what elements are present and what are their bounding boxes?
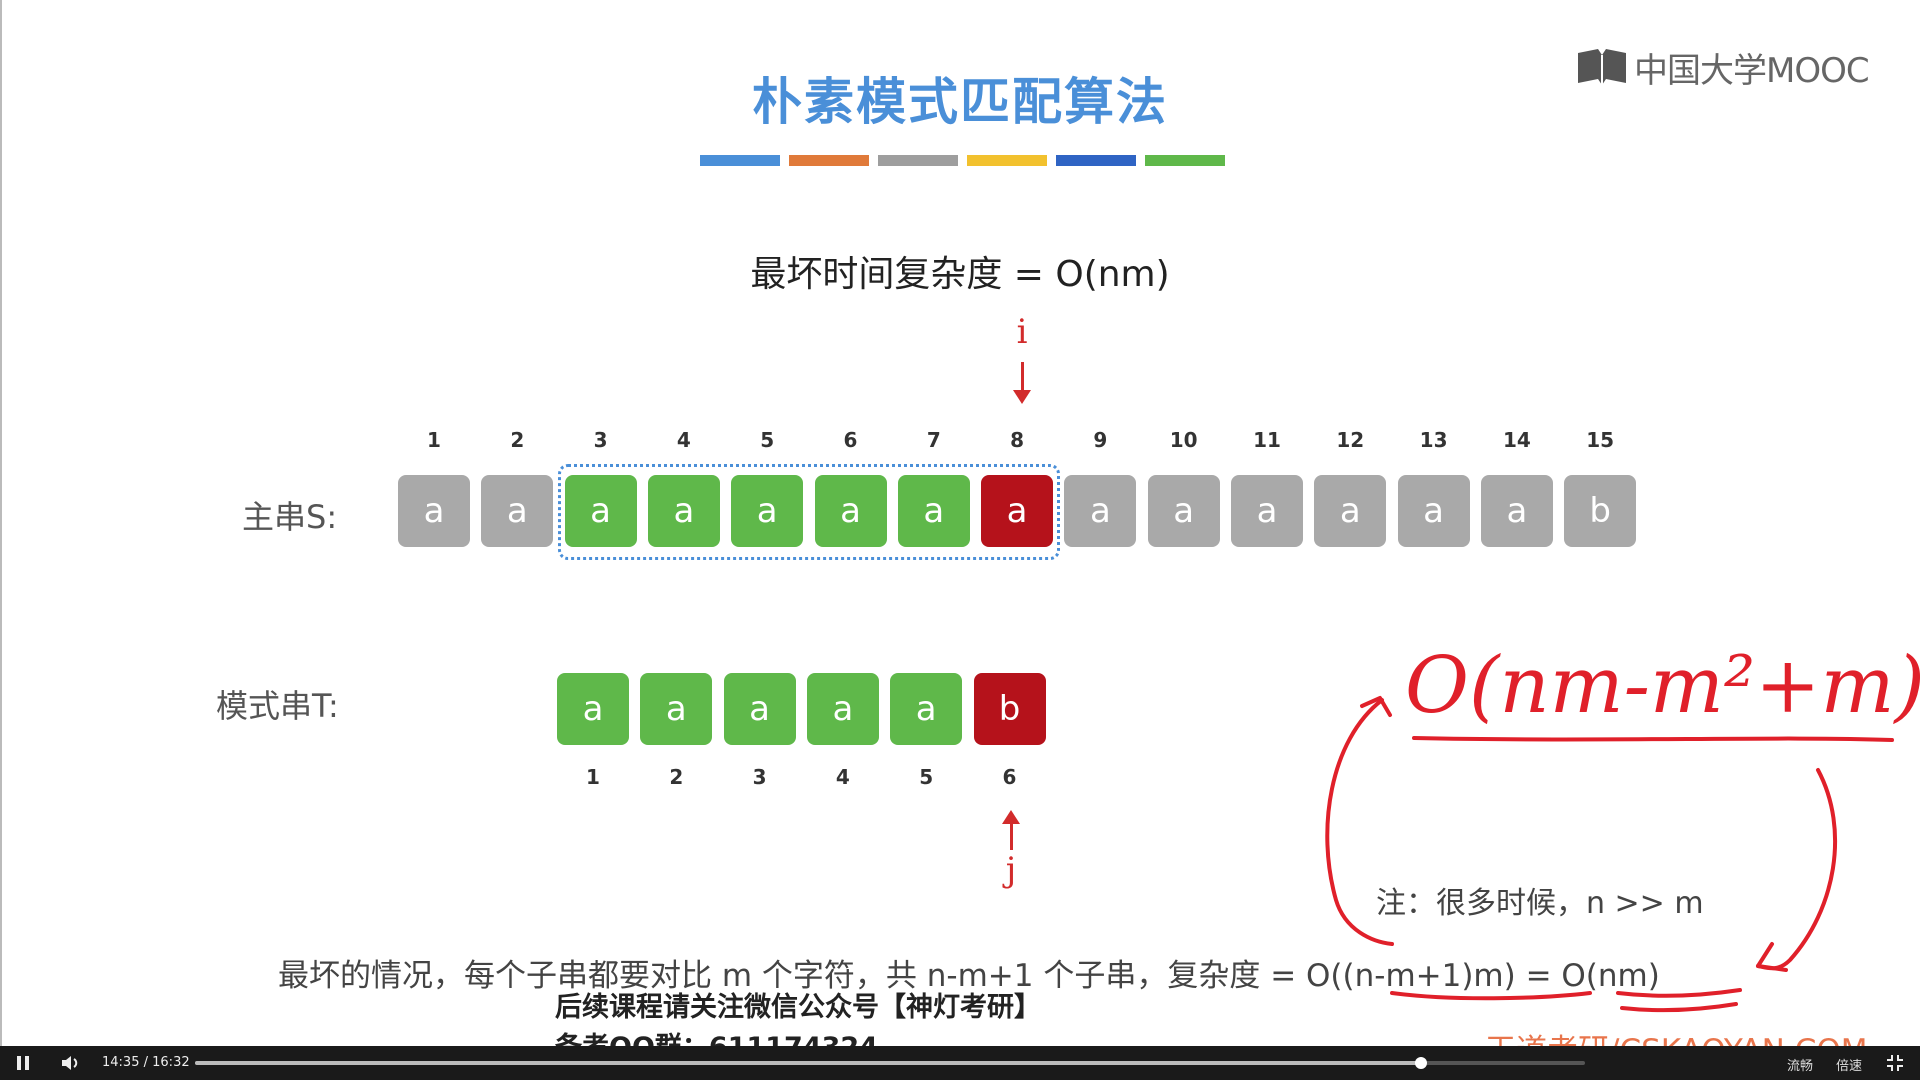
speed-button[interactable]: 倍速 [1836, 1055, 1862, 1074]
time-separator: / [143, 1055, 148, 1070]
main-char-cell: a [1480, 475, 1553, 547]
progress-bar[interactable] [195, 1057, 1585, 1069]
color-bar-segment [878, 155, 958, 166]
main-index: 14 [1502, 428, 1531, 452]
pattern-char-cell: b [973, 673, 1046, 745]
pattern-index: 2 [669, 765, 684, 789]
pattern-char-cell: a [640, 673, 713, 745]
main-index: 8 [1010, 428, 1025, 452]
main-index: 15 [1586, 428, 1615, 452]
pattern-char-cell: a [806, 673, 879, 745]
main-char-cell: a [398, 475, 470, 547]
right-curve-arrow-head [1756, 942, 1788, 972]
logo-text: 中国大学MOOC [1634, 50, 1870, 91]
color-bar-segment [1145, 155, 1225, 166]
pattern-char-cell: a [723, 673, 796, 745]
main-index: 9 [1093, 428, 1108, 452]
qq-group-notice: 备考QQ群：611174324 [555, 1025, 878, 1046]
pattern-index: 6 [1002, 765, 1017, 789]
main-char-cell: b [1564, 475, 1637, 547]
right-curve-arrow [1756, 768, 1837, 971]
pointer-i-label: i [1016, 312, 1028, 352]
pattern-char-cell: a [557, 673, 629, 745]
main-char-cell: a [1064, 475, 1137, 547]
main-char-cell: a [1147, 475, 1220, 547]
main-index: 12 [1336, 428, 1365, 452]
main-char-cell: a [1314, 475, 1387, 547]
handwritten-formula: O(nm-m²+m) [1405, 641, 1920, 731]
pointer-j-arrow-shaft [1010, 822, 1013, 850]
left-curve-arrow-head [1360, 696, 1392, 717]
main-char-cell: a [814, 475, 887, 547]
main-char-cell: a [897, 475, 970, 547]
main-string-label: 主串S: [242, 498, 338, 536]
color-bar-segment [1056, 155, 1136, 166]
formula-underline [1412, 736, 1894, 742]
main-char-cell: a [1397, 475, 1470, 547]
pattern-char-cell: a [890, 673, 963, 745]
pattern-index: 5 [919, 765, 934, 789]
main-index: 5 [760, 428, 775, 452]
note-text: 注：很多时候，n >> m [1376, 886, 1704, 921]
pointer-i-arrow-icon [1013, 390, 1031, 404]
quality-button[interactable]: 流畅 [1787, 1055, 1813, 1074]
slide-left-edge [0, 0, 2, 1046]
wechat-notice: 后续课程请关注微信公众号【神灯考研】 [555, 992, 1041, 1023]
main-index: 10 [1169, 428, 1198, 452]
pattern-index: 4 [835, 765, 850, 789]
main-char-cell: a [731, 475, 804, 547]
main-index: 4 [676, 428, 691, 452]
video-player-controls: 14:35 / 16:32 流畅 倍速 [0, 1046, 1920, 1080]
pattern-index: 1 [586, 765, 600, 789]
main-index: 3 [593, 428, 608, 452]
main-index: 6 [843, 428, 858, 452]
color-bar-segment [967, 155, 1047, 166]
main-char-cell: a [647, 475, 720, 547]
main-char-cell: a [981, 475, 1054, 547]
main-index: 7 [926, 428, 941, 452]
lecture-slide: 朴素模式匹配算法 中国大学MOOC 最坏时间复杂度 = O(nm) i 主串S:… [0, 0, 1920, 1046]
main-char-cell: a [564, 475, 637, 547]
main-char-cell: a [1231, 475, 1303, 547]
watermark: 王道考研/CSKAOYAN.COM [1485, 1025, 1868, 1046]
progress-fill [195, 1061, 1421, 1065]
total-time: 16:32 [152, 1055, 190, 1070]
playback-time: 14:35 / 16:32 [102, 1055, 190, 1070]
volume-icon[interactable] [60, 1054, 82, 1072]
worst-case-complexity: 最坏时间复杂度 = O(nm) [750, 254, 1170, 295]
bottom-underline-2b [1620, 1002, 1738, 1013]
main-index: 11 [1253, 428, 1281, 452]
pattern-index: 3 [752, 765, 767, 789]
mooc-logo: 中国大学MOOC [1576, 45, 1870, 91]
exit-fullscreen-icon[interactable] [1886, 1054, 1904, 1072]
pause-icon[interactable] [14, 1054, 32, 1072]
main-index: 2 [510, 428, 525, 452]
current-time: 14:35 [102, 1055, 140, 1070]
progress-knob[interactable] [1414, 1057, 1427, 1069]
main-index: 13 [1419, 428, 1448, 452]
main-char-cell: a [481, 475, 554, 547]
book-icon [1578, 49, 1626, 85]
pointer-i-arrow-shaft [1021, 362, 1024, 392]
main-index: 1 [427, 428, 441, 452]
color-bar-segment [700, 155, 780, 166]
color-bar-segment [789, 155, 869, 166]
pattern-string-label: 模式串T: [216, 687, 339, 725]
pointer-j-label: j [1005, 850, 1017, 890]
